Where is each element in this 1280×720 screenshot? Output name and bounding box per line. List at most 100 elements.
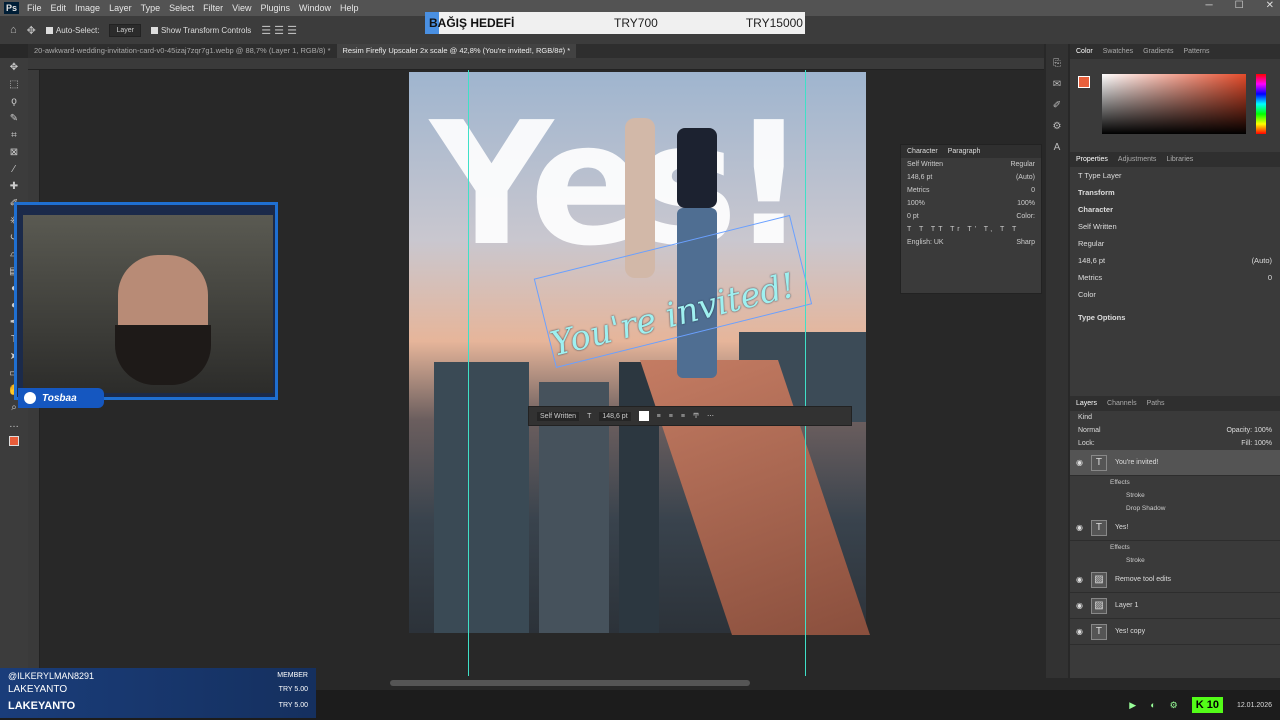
prop-font[interactable]: Self Written: [1078, 222, 1117, 231]
menu-select[interactable]: Select: [169, 3, 194, 13]
align-left-icon[interactable]: ≡: [657, 413, 661, 420]
tab-paragraph[interactable]: Paragraph: [948, 148, 981, 155]
color-swatch[interactable]: [638, 411, 649, 421]
brush-settings-icon[interactable]: ✐: [1053, 100, 1061, 111]
blend-mode-select[interactable]: Normal: [1078, 427, 1101, 434]
history-icon[interactable]: ⎘: [1053, 58, 1061, 69]
foreground-color-swatch[interactable]: [1078, 76, 1090, 88]
discord-icon[interactable]: ◐: [1150, 700, 1155, 710]
char-tracking[interactable]: 0: [1031, 187, 1035, 194]
hue-slider[interactable]: [1256, 74, 1266, 134]
media-icon[interactable]: ▶: [1129, 700, 1136, 711]
warp-text-icon[interactable]: Ͳ: [693, 412, 699, 420]
prop-style[interactable]: Regular: [1078, 239, 1104, 248]
close-icon[interactable]: ✕: [1266, 0, 1274, 11]
tab-swatches[interactable]: Swatches: [1103, 48, 1133, 55]
prop-kerning[interactable]: Metrics: [1078, 273, 1102, 282]
effects-row[interactable]: Effects: [1070, 476, 1280, 489]
lasso-icon[interactable]: ϙ: [7, 96, 21, 107]
more-options-icon[interactable]: ⋯: [707, 412, 714, 420]
effects-row[interactable]: Effects: [1070, 541, 1280, 554]
layer-row[interactable]: ◉ ▨ Remove tool edits: [1070, 567, 1280, 593]
layer-row[interactable]: ◉ T You're invited!: [1070, 450, 1280, 476]
align-right-icon[interactable]: ≡: [681, 413, 685, 420]
tab-channels[interactable]: Channels: [1107, 400, 1137, 407]
char-size[interactable]: 148,6 pt: [907, 174, 932, 181]
visibility-eye-icon[interactable]: ◉: [1076, 523, 1083, 532]
tab-document-2[interactable]: Resim Firefly Upscaler 2x scale @ 42,8% …: [336, 44, 577, 58]
char-baseline[interactable]: 0 pt: [907, 213, 919, 220]
menu-type[interactable]: Type: [141, 3, 161, 13]
color-picker-field[interactable]: [1102, 74, 1246, 134]
fill-value[interactable]: 100%: [1254, 440, 1272, 447]
menu-plugins[interactable]: Plugins: [260, 3, 290, 13]
move-icon[interactable]: ✥: [7, 62, 21, 73]
transform-section[interactable]: Transform: [1078, 188, 1115, 197]
menu-layer[interactable]: Layer: [109, 3, 132, 13]
char-antialias[interactable]: Sharp: [1016, 239, 1035, 246]
effect-drop-shadow[interactable]: Drop Shadow: [1070, 502, 1280, 515]
character-panel-icon[interactable]: A: [1054, 142, 1061, 153]
tab-adjustments[interactable]: Adjustments: [1118, 156, 1157, 163]
layer-row[interactable]: ◉ ▨ Layer 1: [1070, 593, 1280, 619]
align-icons[interactable]: ☰ ☰ ☰: [261, 24, 297, 37]
char-hscale[interactable]: 100%: [1017, 200, 1035, 207]
tab-color[interactable]: Color: [1076, 48, 1093, 55]
adjust-icon[interactable]: ⚙: [1053, 121, 1062, 132]
visibility-eye-icon[interactable]: ◉: [1076, 627, 1083, 636]
effect-stroke[interactable]: Stroke: [1070, 489, 1280, 502]
char-vscale[interactable]: 100%: [907, 200, 925, 207]
guide-line[interactable]: [805, 70, 806, 676]
minimize-icon[interactable]: ─: [1206, 0, 1213, 11]
auto-select-checkbox[interactable]: Auto-Select:: [45, 26, 99, 35]
menu-view[interactable]: View: [232, 3, 251, 13]
tab-patterns[interactable]: Patterns: [1183, 48, 1209, 55]
visibility-eye-icon[interactable]: ◉: [1076, 601, 1083, 610]
more-icon[interactable]: …: [7, 419, 21, 430]
visibility-eye-icon[interactable]: ◉: [1076, 458, 1083, 467]
visibility-eye-icon[interactable]: ◉: [1076, 575, 1083, 584]
prop-size[interactable]: 148,6 pt: [1078, 256, 1105, 265]
filter-kind[interactable]: Kind: [1078, 414, 1092, 421]
char-kerning[interactable]: Metrics: [907, 187, 930, 194]
move-tool-icon[interactable]: ✥: [27, 24, 36, 37]
guide-line[interactable]: [468, 70, 469, 676]
tab-gradients[interactable]: Gradients: [1143, 48, 1173, 55]
maximize-icon[interactable]: ☐: [1235, 0, 1244, 11]
effect-stroke[interactable]: Stroke: [1070, 554, 1280, 567]
menu-help[interactable]: Help: [340, 3, 359, 13]
layer-row[interactable]: ◉ T Yes!: [1070, 515, 1280, 541]
tab-libraries[interactable]: Libraries: [1166, 156, 1193, 163]
show-transform-checkbox[interactable]: Show Transform Controls: [150, 26, 251, 35]
context-size-select[interactable]: 148,6 pt: [599, 411, 631, 421]
heal-icon[interactable]: ✚: [7, 181, 21, 192]
comments-icon[interactable]: ✉: [1053, 79, 1061, 90]
menu-image[interactable]: Image: [75, 3, 100, 13]
tab-layers[interactable]: Layers: [1076, 400, 1097, 407]
horizontal-scrollbar[interactable]: [390, 680, 750, 686]
character-section[interactable]: Character: [1078, 205, 1113, 214]
char-leading[interactable]: (Auto): [1016, 174, 1035, 181]
char-style-buttons[interactable]: T T TT Tr T' T, T T: [907, 226, 1019, 233]
frame-icon[interactable]: ⊠: [7, 147, 21, 158]
photoshop-logo[interactable]: Ps: [4, 2, 20, 14]
prop-leading[interactable]: (Auto): [1252, 256, 1272, 265]
crop-icon[interactable]: ⌗: [7, 130, 21, 141]
home-icon[interactable]: ⌂: [10, 24, 17, 36]
marquee-icon[interactable]: ⬚: [7, 79, 21, 90]
foreground-color-swatch[interactable]: [7, 436, 21, 447]
char-language[interactable]: English: UK: [907, 239, 944, 246]
menu-window[interactable]: Window: [299, 3, 331, 13]
eyedropper-icon[interactable]: ⁄: [7, 164, 21, 175]
menu-edit[interactable]: Edit: [51, 3, 67, 13]
layer-row[interactable]: ◉ T Yes! copy: [1070, 619, 1280, 645]
char-style[interactable]: Regular: [1010, 161, 1035, 168]
opacity-value[interactable]: 100%: [1254, 427, 1272, 434]
layer-filter[interactable]: Kind: [1070, 411, 1280, 424]
tab-paths[interactable]: Paths: [1147, 400, 1165, 407]
align-center-icon[interactable]: ≡: [669, 413, 673, 420]
char-font[interactable]: Self Written: [907, 161, 943, 168]
menu-filter[interactable]: Filter: [203, 3, 223, 13]
tab-properties[interactable]: Properties: [1076, 156, 1108, 163]
quick-select-icon[interactable]: ✎: [7, 113, 21, 124]
